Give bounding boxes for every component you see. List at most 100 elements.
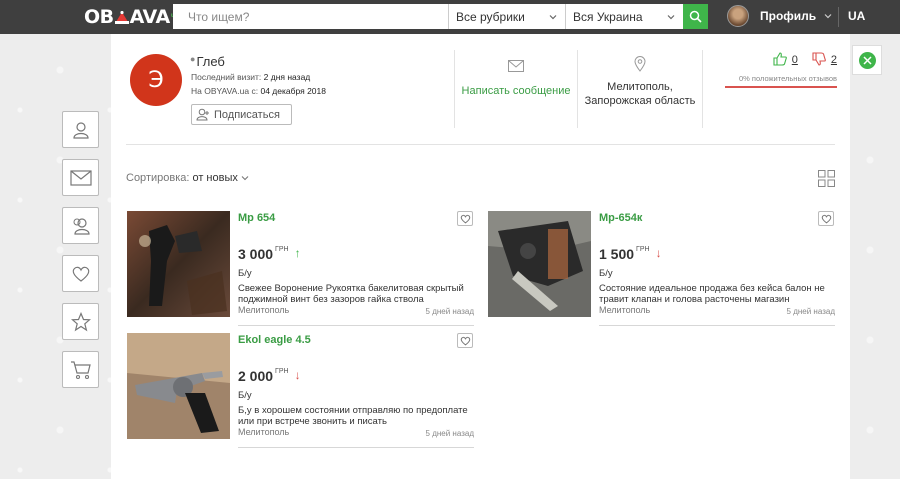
add-user-icon (196, 108, 209, 121)
listing-card: Мр-654к 1 500 ГРН ↓ Б/у Состояние идеаль… (488, 211, 835, 326)
rubric-select-value: Все рубрики (456, 9, 525, 24)
header-divider (838, 7, 839, 27)
listing-date: 5 дней назад (425, 307, 474, 316)
envelope-icon (508, 60, 524, 72)
listing-condition: Б/у (599, 268, 613, 279)
profile-label: Профиль (760, 9, 817, 23)
sidebar-favorites-button[interactable] (62, 255, 99, 292)
listing-title[interactable]: Ekol eagle 4.5 (238, 334, 311, 346)
chevron-down-icon (549, 14, 557, 19)
member-since: На OBYAVA.ua с: 04 декабря 2018 (191, 86, 326, 96)
profile-menu[interactable]: Профиль (760, 9, 832, 23)
search-icon (689, 10, 702, 23)
search-input[interactable] (173, 4, 449, 29)
write-message-label: Написать сообщение (461, 85, 571, 97)
listing-description: Состояние идеальное продажа без кейса ба… (599, 283, 825, 305)
price-down-arrow-icon: ↓ (655, 246, 662, 260)
location-region: Запорожская область (584, 95, 696, 107)
listing-photo[interactable] (127, 211, 230, 317)
user-location: Мелитополь, Запорожская область (580, 56, 700, 108)
dislikes[interactable]: 2 (812, 52, 837, 66)
chevron-down-icon (241, 176, 249, 181)
likes[interactable]: 0 (773, 52, 798, 66)
price-up-arrow-icon: ↑ (294, 246, 301, 260)
price-currency: ГРН (275, 246, 289, 253)
listing-condition: Б/у (238, 268, 252, 279)
subscribe-button[interactable]: Подписаться (191, 104, 292, 125)
rating-text: 0% положительных отзывов (739, 74, 837, 83)
chevron-down-icon (667, 14, 675, 19)
listing-card: Ekol eagle 4.5 2 000 ГРН ↓ Б/у Б,у в хор… (127, 333, 474, 448)
listing-price: 2 000 ГРН ↓ (238, 368, 301, 384)
region-select[interactable]: Вся Украина (566, 4, 683, 29)
price-down-arrow-icon: ↓ (294, 368, 301, 382)
listing-description: Б,у в хорошем состоянии отправляю по пре… (238, 405, 468, 427)
grid-view-button[interactable] (818, 170, 835, 192)
rubric-select[interactable]: Все рубрики (449, 4, 566, 29)
site-logo[interactable]: OB AVAua (84, 5, 179, 29)
listing-title[interactable]: Мр-654к (599, 212, 642, 224)
member-since-value: 04 декабря 2018 (260, 86, 326, 96)
listing-city: Мелитополь (238, 305, 290, 315)
listing-date: 5 дней назад (786, 307, 835, 316)
member-since-label: На OBYAVA.ua с: (191, 86, 259, 96)
section-divider (126, 144, 835, 145)
divider (702, 50, 703, 128)
sort-label: Сортировка: (126, 172, 190, 184)
heart-icon (460, 214, 470, 223)
user-icon (72, 121, 89, 139)
user-name-row: ●Глеб (190, 54, 225, 69)
subscribe-label: Подписаться (214, 108, 280, 121)
user-avatar: Э (130, 54, 182, 106)
listing-divider (599, 325, 835, 326)
profile-avatar[interactable] (727, 5, 749, 27)
user-name: Глеб (196, 54, 225, 69)
favorite-button[interactable] (818, 211, 834, 226)
sidebar-starred-button[interactable] (62, 303, 99, 340)
last-visit: Последний визит: 2 дня назад (191, 72, 310, 82)
sidebar-messages-button[interactable] (62, 159, 99, 196)
top-header: OB AVAua Все рубрики Вся Украина Профиль… (0, 0, 900, 34)
price-value: 1 500 (599, 246, 635, 262)
thumbs-up-icon (773, 52, 787, 66)
listing-price: 1 500 ГРН ↓ (599, 246, 662, 262)
search-bar: Все рубрики Вся Украина (173, 4, 713, 29)
divider (577, 50, 578, 128)
listing-divider (238, 447, 474, 448)
listing-card: Мр 654 3 000 ГРН ↑ Б/у Свежее Воронение … (127, 211, 474, 326)
star-icon (70, 311, 91, 331)
last-visit-value: 2 дня назад (263, 72, 311, 82)
envelope-icon (69, 169, 92, 186)
favorite-button[interactable] (457, 333, 473, 348)
sort-dropdown[interactable]: Сортировка: от новых (126, 172, 249, 184)
rating-bar (725, 86, 837, 88)
sidebar-cart-button[interactable] (62, 351, 99, 388)
listing-photo[interactable] (488, 211, 591, 317)
write-message-link[interactable]: Написать сообщение (455, 56, 577, 97)
sidebar-profile-button[interactable] (62, 111, 99, 148)
sidebar-subscriptions-button[interactable] (62, 207, 99, 244)
sort-value: от новых (192, 172, 238, 184)
heart-icon (72, 266, 89, 282)
listing-photo[interactable] (127, 333, 230, 439)
price-currency: ГРН (275, 368, 289, 375)
chevron-down-icon (824, 14, 832, 19)
listing-city: Мелитополь (599, 305, 651, 315)
users-icon (73, 217, 90, 235)
region-select-value: Вся Украина (573, 9, 643, 24)
listing-condition: Б/у (238, 390, 252, 401)
grid-icon (818, 170, 835, 187)
listing-description: Свежее Воронение Рукоятка бакелитовая ск… (238, 283, 464, 305)
heart-icon (821, 214, 831, 223)
language-switch[interactable]: UA (848, 9, 865, 23)
favorite-button[interactable] (457, 211, 473, 226)
listing-date: 5 дней назад (425, 429, 474, 438)
price-currency: ГРН (636, 246, 650, 253)
search-button[interactable] (683, 4, 708, 29)
listing-title[interactable]: Мр 654 (238, 212, 275, 224)
heart-icon (460, 336, 470, 345)
thumbs-down-icon (812, 52, 826, 66)
price-value: 3 000 (238, 246, 274, 262)
close-button[interactable] (852, 45, 882, 75)
rating-block: 0 2 0% положительных отзывов (725, 50, 837, 88)
